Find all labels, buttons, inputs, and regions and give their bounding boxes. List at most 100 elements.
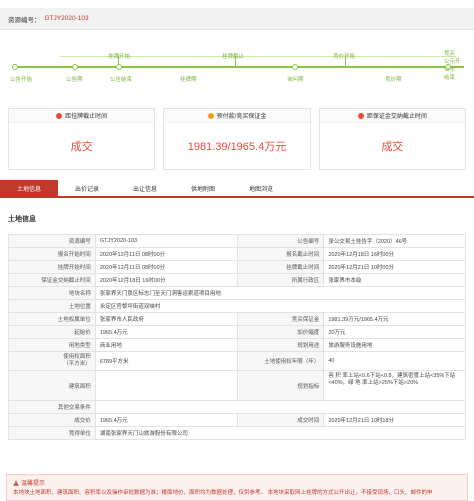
field-value: 张家界天门景区标志门至天门洞客运索道项目用地 xyxy=(96,287,466,299)
card-deposit: 预付款/竞买保证金 1981.39/1965.4万元 xyxy=(163,108,311,170)
field-value: 张公交易土挂告字（2020）46号 xyxy=(324,235,466,247)
field-value: 20万元 xyxy=(324,326,466,338)
notice-box: 温馨提示 本地块土地面积、建筑面积、容积率以及操作审批数据为准；楼面地价、面积均… xyxy=(6,474,468,501)
field-key: 报名截止时间 xyxy=(237,248,325,260)
table-row: 报名开始时间 2020年12月11日 08时00分 报名截止时间 2020年12… xyxy=(9,248,466,261)
field-value: 2020年12月11日 08时00分 xyxy=(96,261,238,273)
field-key: 用地类型 xyxy=(9,339,96,351)
field-key: 土地位置 xyxy=(9,300,96,312)
table-row: 挂牌开始时间 2020年12月11日 08时00分 挂牌截止时间 2020年12… xyxy=(9,261,466,274)
timeline-dot xyxy=(292,64,298,70)
table-row: 其他交易条件 xyxy=(9,401,466,414)
field-key: 竞得单位 xyxy=(9,427,96,439)
timeline-label-list-end: 挂牌截止 xyxy=(222,54,245,60)
field-value: 张家界市本级 xyxy=(324,274,466,286)
card-value: 成交 xyxy=(381,141,404,153)
field-value: 2020年12月18日 16时00分 xyxy=(96,274,238,286)
field-key: 起始价 xyxy=(9,326,96,338)
field-value: 1981.39万元/1965.4万元 xyxy=(324,313,466,325)
timeline-label-notice-start: 公告开始 xyxy=(10,77,33,83)
card-title: 距挂牌截止时间 xyxy=(65,114,108,120)
section-title: 土地信息 xyxy=(8,216,36,223)
tab-land-maps[interactable]: 供地附图 xyxy=(174,180,232,196)
field-value: 湖南张家界天门山旅游股份有限公司 xyxy=(96,427,466,439)
timeline-dot xyxy=(72,64,78,70)
field-key: 地块名称 xyxy=(9,287,96,299)
field-value: 1965.4万元 xyxy=(96,414,238,426)
tab-transfer-info[interactable]: 出让信息 xyxy=(116,180,174,196)
field-value: 张家界市人民政府 xyxy=(96,313,238,325)
card-header: 预付款/竞买保证金 xyxy=(164,109,310,123)
card-listing-deadline: 距挂牌截止时间 成交 xyxy=(8,108,156,170)
field-value: 2020年12月21日 10时18分 xyxy=(324,414,466,426)
timeline-label-bid-period: 竞价期 xyxy=(385,77,402,83)
field-key: 使用权面积 （平方米） xyxy=(9,352,96,370)
timeline-right-label: 公示 xyxy=(444,67,456,73)
field-key: 土地权属单位 xyxy=(9,313,96,325)
field-value: 40 xyxy=(324,352,466,370)
table-row: 资源编号 GTJY2020-103 公告编号 张公交易土挂告字（2020）46号 xyxy=(9,235,466,248)
field-key: 规划指标 xyxy=(237,371,325,400)
table-row: 用地类型 商业用地 规划用途 旅游服务设施用地 xyxy=(9,339,466,352)
card-value: 1981.39/1965.4万元 xyxy=(187,141,287,153)
field-key: 报名开始时间 xyxy=(9,248,96,260)
field-key: 成交时间 xyxy=(237,414,325,426)
field-key: 保证金交纳截止时间 xyxy=(9,274,96,286)
timeline-right-label: 公示开 xyxy=(444,59,461,65)
table-row: 土地位置 永定区官黎坪街道双峡村 xyxy=(9,300,466,313)
field-key: 其他交易条件 xyxy=(9,401,96,413)
resource-code: GTJY2020-103 xyxy=(44,15,89,22)
field-value: GTJY2020-103 xyxy=(96,235,238,247)
timeline-dot xyxy=(116,64,122,70)
timeline-right-label: 结束 xyxy=(444,75,456,81)
coin-icon xyxy=(207,112,214,119)
timeline-right-label: 竞买 xyxy=(444,51,456,57)
field-key: 所属行政区 xyxy=(237,274,325,286)
field-key: 成交价 xyxy=(9,414,96,426)
field-value: 容 积 率上站<0.6下站<0.8，建筑密度上站<35%下站<40%，绿 地 率… xyxy=(324,371,466,400)
tab-bar: 土地信息 出价记录 出让信息 供地附图 地图浏览 xyxy=(0,180,474,198)
card-value: 成交 xyxy=(70,141,93,153)
notice-title: 温馨提示 xyxy=(21,481,46,487)
timeline-right-labels: 竞买 公示开 公示 结束 xyxy=(444,50,470,82)
field-value xyxy=(96,401,466,413)
timeline-label-notice-period: 公告期 xyxy=(66,77,83,83)
table-row: 成交价 1965.4万元 成交时间 2020年12月21日 10时18分 xyxy=(9,414,466,427)
timeline-main-line xyxy=(14,66,464,68)
timeline-label-bid-start: 竞价开始 xyxy=(333,54,356,60)
field-value: 2020年12月18日 16时00分 xyxy=(324,248,466,260)
field-key: 挂牌开始时间 xyxy=(9,261,96,273)
status-cards: 距挂牌截止时间 成交 预付款/竞买保证金 1981.39/1965.4万元 距保… xyxy=(8,108,466,170)
notice-body: 本地块土地面积、建筑面积、容积率以及操作审批数据为准；楼面地价、面积均为数据处理… xyxy=(13,490,433,496)
field-value: 6789平方米 xyxy=(96,352,238,370)
table-row: 起始价 1965.4万元 加价幅度 20万元 xyxy=(9,326,466,339)
field-value xyxy=(96,371,238,400)
timeline-dot xyxy=(12,64,18,70)
field-value: 1965.4万元 xyxy=(96,326,238,338)
card-title: 距保证金交纳截止时间 xyxy=(366,114,427,120)
field-key: 竞买保证金 xyxy=(237,313,325,325)
field-key: 规划用途 xyxy=(237,339,325,351)
card-header: 距保证金交纳截止时间 xyxy=(319,109,465,123)
tab-land-info[interactable]: 土地信息 xyxy=(0,180,58,196)
card-header: 距挂牌截止时间 xyxy=(9,109,155,123)
notice-header: 温馨提示 xyxy=(13,478,45,487)
field-value: 旅游服务设施用地 xyxy=(324,339,466,351)
table-row: 竞得单位 湖南张家界天门山旅游股份有限公司 xyxy=(9,427,466,440)
clock-icon xyxy=(357,112,364,119)
timeline-label-list-period: 挂牌期 xyxy=(180,77,197,83)
field-key: 公告编号 xyxy=(237,235,325,247)
warning-icon xyxy=(13,479,19,486)
table-row: 保证金交纳截止时间 2020年12月18日 16时00分 所属行政区 张家界市本… xyxy=(9,274,466,287)
field-key: 挂牌截止时间 xyxy=(237,261,325,273)
timeline-label-list-start: 挂牌开始 xyxy=(108,54,131,60)
tab-bid-records[interactable]: 出价记录 xyxy=(58,180,116,196)
field-value: 2020年12月21日 10时00分 xyxy=(324,261,466,273)
tab-map-browse[interactable]: 地图浏览 xyxy=(232,180,290,196)
field-key: 建筑面积 xyxy=(9,371,96,400)
resource-label: 资源编号： xyxy=(8,16,41,24)
table-row: 地块名称 张家界天门景区标志门至天门洞客运索道项目用地 xyxy=(9,287,466,300)
field-value: 商业用地 xyxy=(96,339,238,351)
resource-bar: 资源编号： GTJY2020-103 xyxy=(0,8,474,30)
field-value: 2020年12月11日 08时00分 xyxy=(96,248,238,260)
